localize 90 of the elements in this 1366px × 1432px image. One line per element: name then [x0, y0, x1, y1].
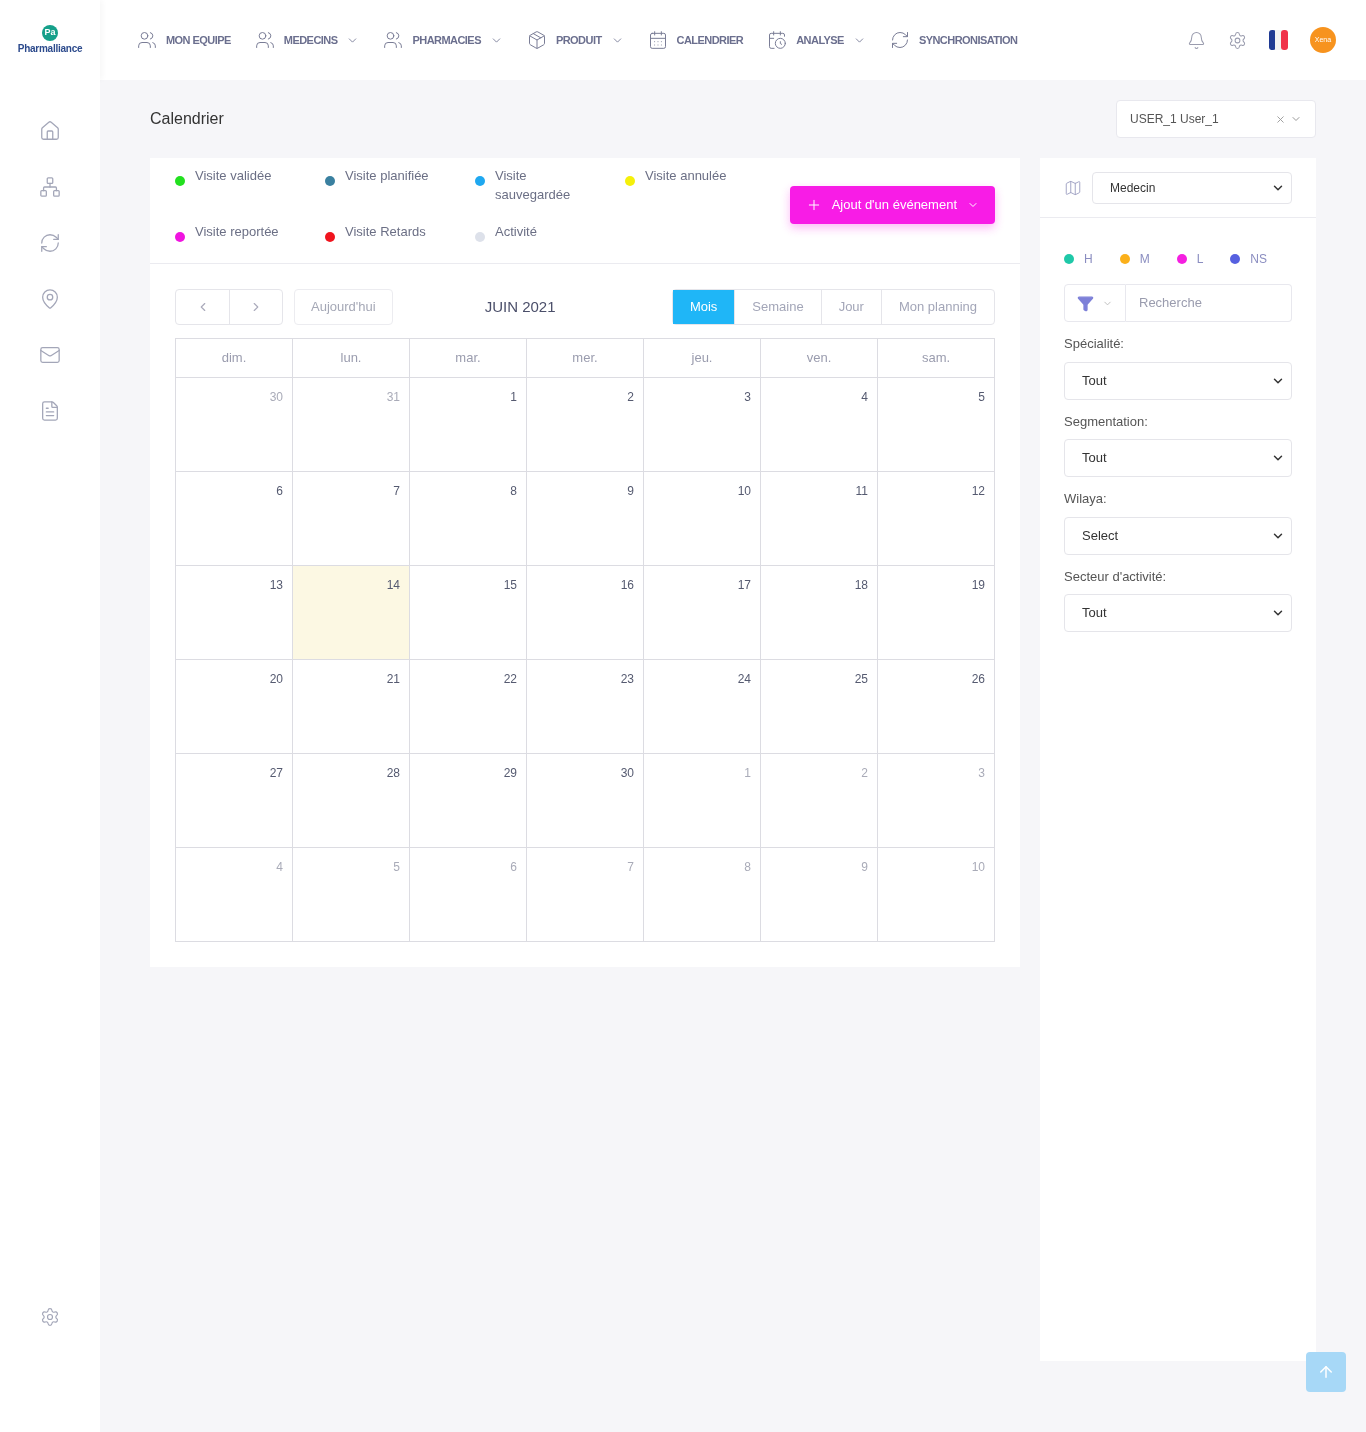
filter-label: Segmentation:	[1064, 412, 1149, 431]
day-cell[interactable]: 20	[176, 660, 293, 754]
day-cell[interactable]: 22	[410, 660, 527, 754]
weekday-header: mar.	[410, 339, 527, 378]
weekday-header: dim.	[176, 339, 293, 378]
day-cell[interactable]: 19	[878, 566, 995, 660]
day-cell[interactable]: 11	[761, 472, 878, 566]
flag-icon[interactable]	[1269, 30, 1288, 50]
month-title: JUIN 2021	[484, 296, 556, 317]
search-field[interactable]: Recherche	[1126, 284, 1292, 322]
level-label: M	[1139, 251, 1150, 268]
home-icon[interactable]	[39, 120, 61, 142]
day-cell[interactable]: 4	[761, 378, 878, 472]
filter-label: Spécialité:	[1064, 335, 1125, 353]
level-label: L	[1196, 251, 1204, 268]
nav-link[interactable]: CALENDRIER	[647, 30, 744, 50]
day-cell[interactable]: 28	[293, 754, 410, 848]
level-label: NS	[1250, 251, 1268, 268]
settings-icon[interactable]	[40, 1307, 60, 1327]
page-title: Calendrier	[150, 109, 224, 129]
day-cell[interactable]: 24	[644, 660, 761, 754]
day-cell[interactable]: 26	[878, 660, 995, 754]
level-label: H	[1084, 251, 1093, 268]
users-icon	[383, 30, 404, 50]
filter-select[interactable]: Select	[1064, 516, 1292, 555]
weekday-header: ven.	[761, 339, 878, 378]
day-cell[interactable]: 10	[644, 472, 761, 566]
filter-select[interactable]: Tout	[1064, 439, 1292, 477]
day-cell[interactable]: 23	[527, 660, 644, 754]
clear-icon[interactable]	[1275, 113, 1286, 125]
day-cell[interactable]: 18	[761, 566, 878, 660]
filter-select[interactable]: Tout	[1064, 361, 1292, 400]
legend-label: Visite validée	[195, 167, 273, 185]
type-select[interactable]: Medecin	[1092, 171, 1292, 204]
nav-link[interactable]: PRODUIT	[526, 30, 624, 50]
day-cell[interactable]: 30	[527, 754, 644, 848]
users-icon	[137, 30, 157, 50]
legend-label: Visite planifiée	[345, 167, 430, 185]
day-cell[interactable]: 17	[644, 566, 761, 660]
nav-link[interactable]: ANALYSE	[767, 30, 866, 50]
filter-select[interactable]: Tout	[1064, 594, 1292, 632]
logo-text: Pharmalliance	[17, 41, 83, 56]
notification-bell-icon[interactable]	[1187, 30, 1206, 50]
weekday-header: jeu.	[644, 339, 761, 378]
settings-icon[interactable]	[1228, 30, 1247, 50]
day-cell[interactable]: 2	[527, 378, 644, 472]
day-cell[interactable]: 1	[410, 378, 527, 472]
day-cell[interactable]: 9	[527, 472, 644, 566]
legend-label: Visite Retards	[345, 223, 427, 241]
document-icon[interactable]	[39, 400, 61, 422]
day-cell[interactable]: 5	[878, 378, 995, 472]
filter-icon	[1077, 294, 1094, 312]
day-cell[interactable]: 8	[410, 472, 527, 566]
nav-link[interactable]: SYNCHRONISATION	[889, 30, 1018, 50]
logo-mark: Pa	[42, 24, 58, 41]
day-cell[interactable]: 29	[410, 754, 527, 848]
filter-label: Wilaya:	[1064, 490, 1108, 508]
package-icon	[526, 30, 547, 50]
map-pin-icon[interactable]	[39, 288, 61, 310]
refresh-icon	[889, 30, 910, 50]
legend-label: Visite annulée	[645, 167, 728, 185]
day-cell[interactable]: 12	[878, 472, 995, 566]
day-cell[interactable]: 14	[293, 566, 410, 660]
weekday-header: mer.	[527, 339, 644, 378]
refresh-icon[interactable]	[39, 232, 61, 254]
day-cell[interactable]: 16	[527, 566, 644, 660]
day-cell[interactable]: 15	[410, 566, 527, 660]
users-icon	[254, 30, 275, 50]
day-cell[interactable]: 6	[176, 472, 293, 566]
calendar-clock-icon	[767, 30, 788, 50]
day-cell[interactable]: 25	[761, 660, 878, 754]
filter-dropdown-button[interactable]	[1064, 284, 1126, 322]
nav-link[interactable]: MEDECINS	[254, 30, 360, 50]
user-select[interactable]: USER_1 User_1	[1116, 100, 1316, 138]
nav-link[interactable]: PHARMACIES	[383, 30, 503, 50]
weekday-header: sam.	[878, 339, 995, 378]
mail-icon[interactable]	[39, 344, 61, 366]
scroll-top-button[interactable]	[1306, 1352, 1346, 1392]
day-cell[interactable]: 3	[644, 378, 761, 472]
filter-label: Secteur d'activité:	[1064, 567, 1168, 586]
nav-link[interactable]: MON EQUIPE	[137, 30, 231, 50]
legend-label: Activité	[495, 223, 538, 241]
legend-label: Visite sauvegardée	[495, 167, 572, 204]
day-cell[interactable]: 21	[293, 660, 410, 754]
sitemap-icon[interactable]	[39, 176, 61, 198]
day-cell[interactable]: 27	[176, 754, 293, 848]
legend-label: Visite reportée	[195, 223, 280, 241]
map-icon	[1064, 178, 1082, 197]
weekday-header: lun.	[293, 339, 410, 378]
calendar-icon	[647, 30, 668, 50]
